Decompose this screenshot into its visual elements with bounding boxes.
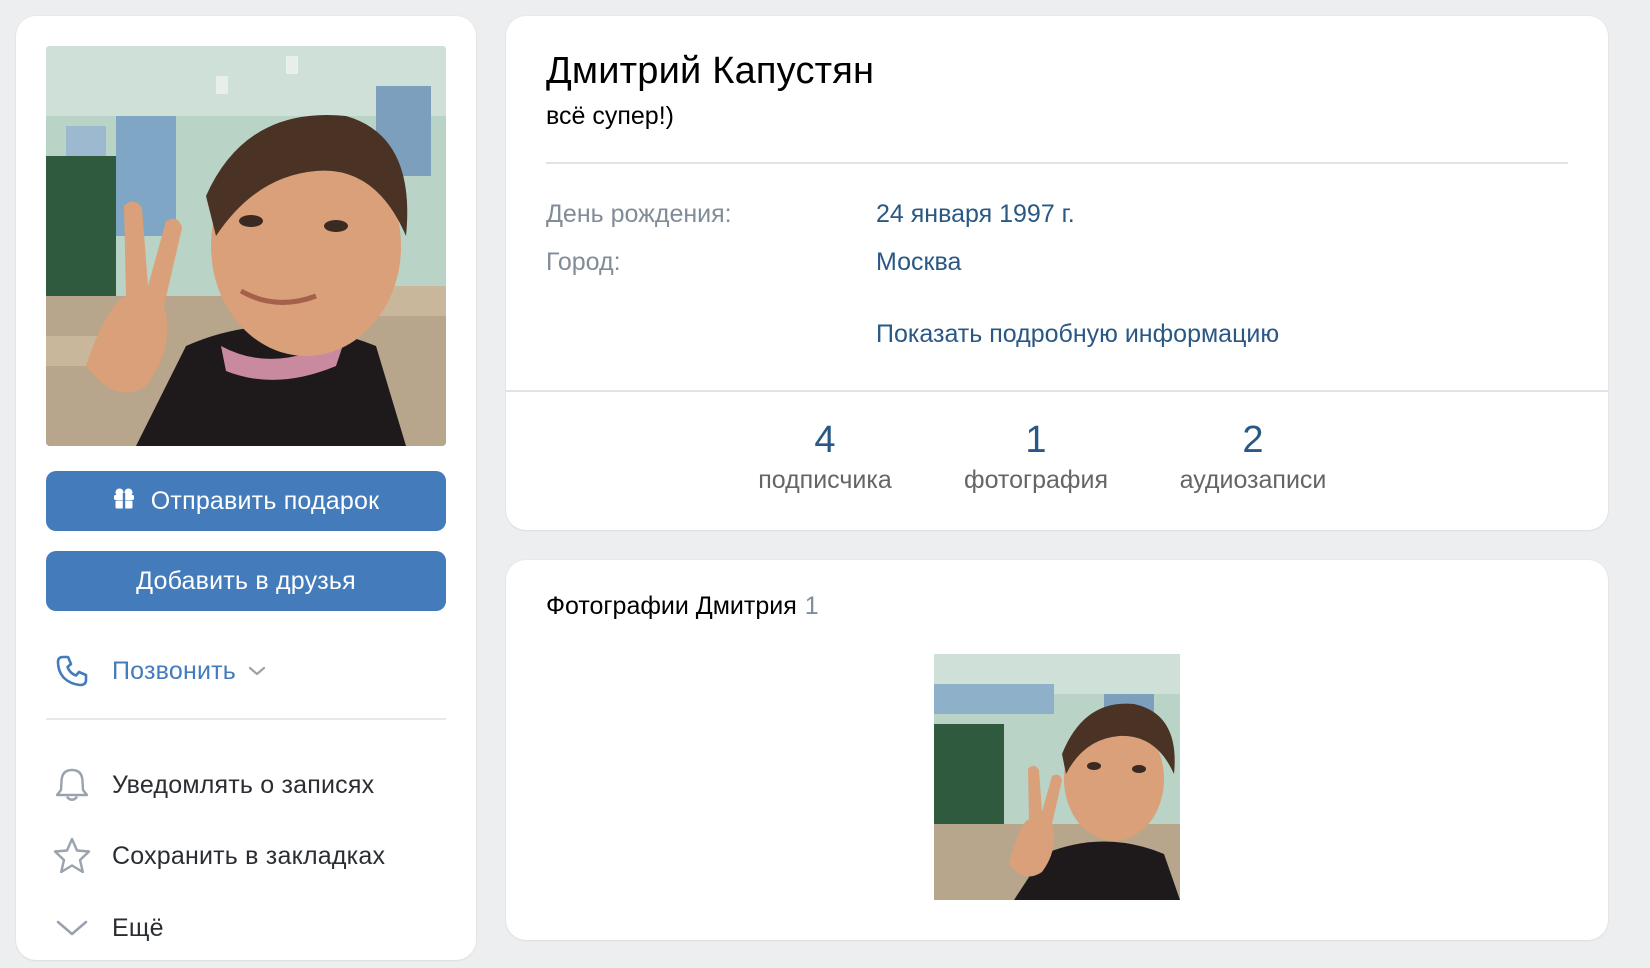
photos-count: 1 xyxy=(1025,419,1047,461)
send-gift-button[interactable]: Отправить подарок xyxy=(46,471,446,531)
profile-sidebar: Отправить подарок Добавить в друзья Позв… xyxy=(16,16,476,960)
profile-status: всё супер!) xyxy=(546,102,674,130)
photos-counter[interactable]: 1 фотография xyxy=(956,419,1116,495)
photo-thumbnail[interactable] xyxy=(934,654,1180,900)
photos-title-count: 1 xyxy=(804,592,819,620)
photos-card: Фотографии Дмитрия 1 xyxy=(506,560,1608,940)
audio-counter[interactable]: 2 аудиозаписи xyxy=(1168,419,1338,495)
divider xyxy=(46,718,446,720)
city-value[interactable]: Москва xyxy=(876,248,961,277)
followers-caption: подписчика xyxy=(758,465,892,494)
followers-count: 4 xyxy=(814,419,836,461)
bookmark-button[interactable]: Сохранить в закладках xyxy=(46,831,446,881)
send-gift-label: Отправить подарок xyxy=(150,486,380,515)
more-button[interactable]: Ещё xyxy=(46,903,446,953)
city-label: Город: xyxy=(546,248,621,276)
bell-icon xyxy=(50,763,94,807)
chevron-down-icon xyxy=(50,906,94,950)
audio-caption: аудиозаписи xyxy=(1179,465,1327,494)
followers-counter[interactable]: 4 подписчика xyxy=(750,419,900,495)
birthday-label: День рождения: xyxy=(546,200,732,228)
gift-icon xyxy=(113,487,135,516)
call-label: Позвонить xyxy=(112,656,237,685)
show-more-info-link[interactable]: Показать подробную информацию xyxy=(876,320,1279,349)
call-button[interactable]: Позвонить xyxy=(46,646,446,696)
notify-posts-button[interactable]: Уведомлять о записях xyxy=(46,760,446,810)
birthday-value[interactable]: 24 января 1997 г. xyxy=(876,200,1075,229)
bookmark-label: Сохранить в закладках xyxy=(112,841,386,870)
audio-count: 2 xyxy=(1242,419,1264,461)
photos-title-label: Фотографии Дмитрия xyxy=(546,592,797,620)
add-friend-label: Добавить в друзья xyxy=(136,566,356,595)
more-label: Ещё xyxy=(112,913,164,942)
notify-posts-label: Уведомлять о записях xyxy=(112,770,375,799)
divider xyxy=(546,162,1568,164)
add-friend-button[interactable]: Добавить в друзья xyxy=(46,551,446,611)
phone-icon xyxy=(50,649,94,693)
divider xyxy=(506,390,1608,392)
chevron-down-icon xyxy=(248,665,266,677)
profile-info-card: Дмитрий Капустян всё супер!) День рожден… xyxy=(506,16,1608,530)
photos-section-title[interactable]: Фотографии Дмитрия 1 xyxy=(546,592,819,621)
photos-caption: фотография xyxy=(964,465,1108,494)
star-icon xyxy=(50,834,94,878)
avatar[interactable] xyxy=(46,46,446,446)
profile-name: Дмитрий Капустян xyxy=(546,50,875,92)
